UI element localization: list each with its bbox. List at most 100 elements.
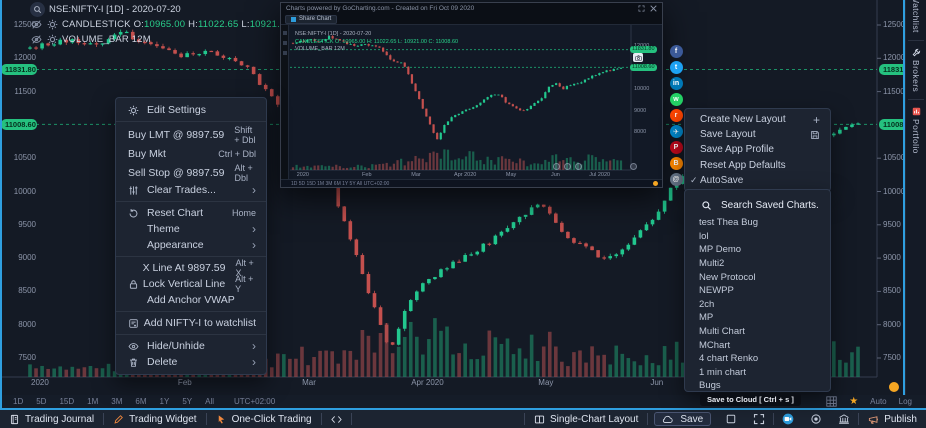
saved-chart-item[interactable]: lol: [685, 230, 830, 244]
assistant-dot[interactable]: [889, 382, 899, 392]
magnifier-icon[interactable]: [30, 2, 45, 17]
submenu-arrow-icon: ›: [252, 185, 256, 195]
bottom-button-label: One-Click Trading: [232, 414, 312, 425]
timeframe-3m[interactable]: 3M: [111, 397, 122, 406]
timeframe-1m[interactable]: 1M: [87, 397, 98, 406]
hide-study-icon[interactable]: [30, 19, 42, 31]
popup-close-icon[interactable]: [650, 5, 657, 12]
volume-settings-icon[interactable]: [46, 34, 58, 46]
bottom-button-trading-journal[interactable]: Trading Journal: [0, 410, 103, 428]
publish-button[interactable]: Publish: [859, 410, 926, 428]
bottom-button-one-click-trading[interactable]: One-Click Trading: [207, 410, 321, 428]
saved-chart-item[interactable]: MChart: [685, 338, 830, 352]
hide-volume-icon[interactable]: [30, 34, 42, 46]
menu-item-hide-unhide[interactable]: Hide/Unhide›: [116, 338, 266, 354]
menu-item-clear-trades[interactable]: Clear Trades...›: [116, 182, 266, 198]
layout-menu-item-save-app-profile[interactable]: Save App Profile: [685, 142, 830, 157]
save-label: Save: [680, 414, 703, 425]
menu-item-label: Buy LMT @ 9897.59: [128, 129, 224, 141]
timeframe-15d[interactable]: 15D: [59, 397, 74, 406]
share-twitter-icon[interactable]: t: [670, 61, 683, 74]
mini-zoom-reset[interactable]: [630, 163, 637, 170]
layout-menu-item-label: Save Layout: [700, 129, 800, 140]
timeframe-1y[interactable]: 1Y: [160, 397, 170, 406]
menu-item-add-anchor-vwap[interactable]: Add Anchor VWAP: [116, 292, 266, 308]
sidebar-tab-watchlist[interactable]: Watchlist: [906, 0, 926, 38]
menu-item-lock-vertical-line[interactable]: Lock Vertical LineAlt + Y: [116, 276, 266, 292]
saved-chart-item[interactable]: 4 chart Renko: [685, 352, 830, 366]
favorite-star-icon[interactable]: ★: [849, 397, 858, 407]
layout-menu-item-save-layout[interactable]: Save Layout: [685, 127, 830, 142]
menu-divider: [116, 201, 266, 202]
layout-menu-item-autosave[interactable]: ✓AutoSave: [685, 173, 830, 188]
saved-chart-item[interactable]: MP: [685, 311, 830, 325]
popup-expand-icon[interactable]: [638, 5, 645, 12]
menu-item-theme[interactable]: Theme›: [116, 221, 266, 237]
bottom-button-code[interactable]: [322, 410, 351, 428]
share-pinterest-icon[interactable]: P: [670, 141, 683, 154]
reset-icon: [128, 208, 147, 219]
saved-chart-item[interactable]: Bugs: [685, 379, 830, 392]
share-whatsapp-icon[interactable]: w: [670, 93, 683, 106]
popup-chart-preview: NSE:NIFTY-I [1D] - 2020-07-20 CANDLESTIC…: [281, 25, 662, 187]
sidebar-tab-portfolio[interactable]: Portfolio: [906, 102, 926, 159]
share-chart-tab[interactable]: Share Chart: [285, 15, 337, 24]
sidebar-divider: [908, 99, 924, 100]
saved-chart-item[interactable]: Multi Chart: [685, 325, 830, 339]
menu-item-buy-lmt-9897-59[interactable]: Buy LMT @ 9897.59 Shift + Dbl: [116, 125, 266, 144]
study-settings-icon[interactable]: [46, 19, 58, 31]
menu-item-add-nifty-i-to-watchlist[interactable]: Add NIFTY-I to watchlist: [116, 315, 266, 331]
mini-zoom-controls[interactable]: [553, 163, 582, 170]
mini-snapshot-icon[interactable]: [633, 53, 643, 62]
saved-chart-item[interactable]: 1 min chart: [685, 366, 830, 380]
saved-chart-item[interactable]: New Protocol: [685, 270, 830, 284]
time-tick: Apr 2020: [411, 378, 443, 387]
grid-icon[interactable]: [826, 396, 837, 407]
saved-charts-search[interactable]: Search Saved Charts.: [685, 194, 830, 216]
menu-item-edit-settings[interactable]: Edit Settings: [116, 102, 266, 118]
menu-item-sell-stop-9897-59[interactable]: Sell Stop @ 9897.59Alt + Dbl: [116, 163, 266, 182]
saved-chart-item[interactable]: MP Demo: [685, 243, 830, 257]
layout-menu-item-label: Create New Layout: [700, 114, 803, 125]
fullscreen-button[interactable]: [745, 413, 773, 425]
share-telegram-icon[interactable]: ✈: [670, 125, 683, 138]
share-email-icon[interactable]: @: [670, 173, 683, 186]
single-chart-layout-button[interactable]: Single-Chart Layout: [525, 410, 647, 428]
exchange-button[interactable]: [830, 413, 858, 425]
menu-item-delete[interactable]: Delete›: [116, 354, 266, 370]
auto-scale-label[interactable]: Auto: [870, 397, 886, 406]
log-scale-label[interactable]: Log: [899, 397, 912, 406]
menu-item-appearance[interactable]: Appearance›: [116, 237, 266, 253]
sidebar-tab-brokers[interactable]: Brokers: [906, 43, 926, 97]
layout-menu-item-create-new-layout[interactable]: Create New Layout+: [685, 112, 830, 127]
price-tick: 7500: [883, 354, 901, 362]
timeframe-1d[interactable]: 1D: [13, 397, 23, 406]
timezone-label[interactable]: UTC+02:00: [234, 397, 275, 406]
share-linkedin-icon[interactable]: in: [670, 77, 683, 90]
screen-record-button[interactable]: [774, 413, 802, 425]
menu-item-buy-mkt[interactable]: Buy MktCtrl + Dbl: [116, 144, 266, 163]
megaphone-icon: [868, 414, 879, 425]
menu-item-reset-chart[interactable]: Reset ChartHome: [116, 205, 266, 221]
saved-chart-item[interactable]: Multi2: [685, 257, 830, 271]
share-reddit-icon[interactable]: r: [670, 109, 683, 122]
menu-divider: [116, 256, 266, 257]
timeframe-all[interactable]: All: [205, 397, 214, 406]
save-button[interactable]: Save: [654, 412, 711, 426]
timeframe-6m[interactable]: 6M: [135, 397, 146, 406]
saved-chart-item[interactable]: 2ch: [685, 298, 830, 312]
share-blogger-icon[interactable]: B: [670, 157, 683, 170]
separator: [647, 413, 648, 425]
timeframe-5d[interactable]: 5D: [36, 397, 46, 406]
price-tick: 12000: [883, 54, 905, 62]
timeframe-5y[interactable]: 5Y: [182, 397, 192, 406]
square-tool-button[interactable]: [717, 413, 745, 425]
bottom-button-trading-widget[interactable]: Trading Widget: [104, 410, 205, 428]
menu-item-label: Buy Mkt: [128, 148, 208, 160]
layout-menu-item-reset-app-defaults[interactable]: Reset App Defaults: [685, 158, 830, 173]
target-button[interactable]: [802, 413, 830, 425]
saved-chart-item[interactable]: NEWPP: [685, 284, 830, 298]
menu-item-shortcut: Shift + Dbl: [234, 125, 256, 145]
saved-chart-item[interactable]: test Thea Bug: [685, 216, 830, 230]
share-facebook-icon[interactable]: f: [670, 45, 683, 58]
